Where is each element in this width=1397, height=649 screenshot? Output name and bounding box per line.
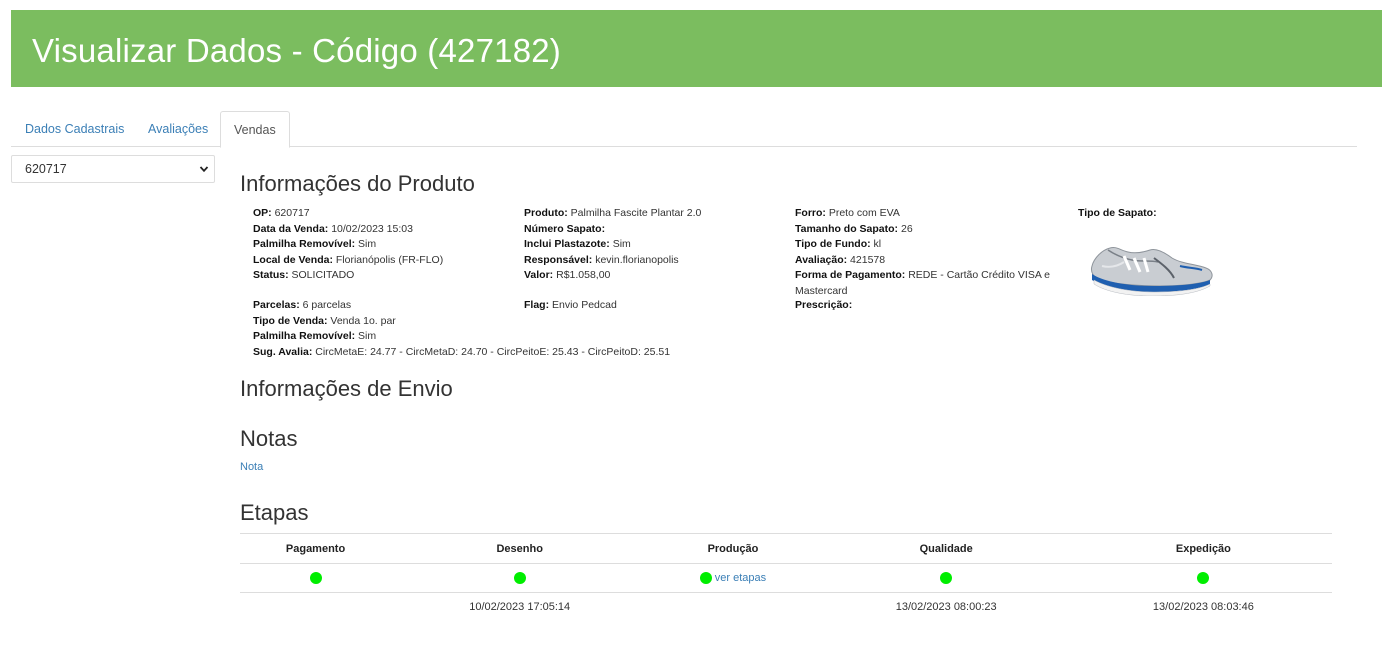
etapas-header-row: Pagamento Desenho Produção Qualidade Exp… [240, 533, 1332, 564]
info-data-venda: Data da Venda: 10/02/2023 15:03 [253, 222, 413, 235]
page-header: Visualizar Dados - Código (427182) [11, 10, 1382, 87]
date-cell-pagamento [240, 593, 391, 622]
info-forma-pagamento: Forma de Pagamento: REDE - Cartão Crédit… [795, 269, 1051, 297]
info-valor: Valor: R$1.058,00 [524, 269, 611, 281]
status-cell [817, 563, 1075, 593]
status-cell [391, 563, 649, 593]
info-palmilha-removivel-2: Palmilha Removível: Sim [253, 330, 377, 342]
product-info-col3-lower: Prescrição: [795, 298, 1055, 314]
status-dot-icon [513, 572, 526, 585]
info-tipo-venda: Tipo de Venda: Venda 1o. par [253, 314, 396, 327]
header-qualidade: Qualidade [817, 533, 1075, 564]
status-cell [1074, 563, 1332, 593]
info-inclui-plastazote: Inclui Plastazote: Sim [524, 238, 631, 250]
header-pagamento: Pagamento [240, 533, 392, 564]
info-prescricao: Prescrição: [795, 299, 853, 311]
status-cell: ver etapas [648, 563, 818, 593]
header-desenho: Desenho [391, 533, 649, 564]
etapas-table: Pagamento Desenho Produção Qualidade Exp… [240, 533, 1332, 622]
tab-dados-cadastrais[interactable]: Dados Cadastrais [12, 111, 137, 147]
info-tipo-sapato: Tipo de Sapato: [1078, 207, 1157, 219]
info-op: OP: 620717 [253, 207, 310, 219]
nota-link[interactable]: Nota [240, 461, 263, 473]
info-flag: Flag: Envio Pedcad [524, 299, 617, 311]
status-cell [240, 563, 392, 593]
product-info-col3: Forro: Preto com EVA Tamanho do Sapato: … [795, 206, 1055, 299]
info-responsavel: Responsável: kevin.florianopolis [524, 253, 679, 266]
notes-title: Notas [240, 426, 298, 451]
etapas-title: Etapas [240, 500, 309, 525]
page-title: Visualizar Dados - Código (427182) [32, 32, 561, 69]
order-select[interactable]: 620717 [11, 155, 215, 183]
status-dot-icon [940, 572, 953, 585]
info-forro: Forro: Preto com EVA [795, 207, 900, 219]
date-cell-producao [648, 593, 817, 622]
product-info-col4: Tipo de Sapato: [1078, 206, 1278, 222]
info-numero-sapato: Número Sapato: [524, 222, 606, 235]
info-tipo-fundo: Tipo de Fundo: kl [795, 238, 882, 250]
info-produto: Produto: Palmilha Fascite Plantar 2.0 [524, 207, 702, 219]
date-cell-expedicao: 13/02/2023 08:03:46 [1152, 601, 1254, 614]
info-status: Status: SOLICITADO [253, 269, 355, 281]
info-sug-avalia: Sug. Avalia: CircMetaE: 24.77 - CircMeta… [253, 345, 671, 358]
header-producao: Produção [648, 533, 818, 564]
shipping-info-title: Informações de Envio [240, 376, 453, 401]
tab-vendas[interactable]: Vendas [220, 111, 290, 148]
tab-bar: Dados Cadastrais Avaliações Vendas [11, 111, 1357, 148]
order-select-value: 620717 [25, 162, 67, 176]
shoe-image [1091, 247, 1213, 296]
etapas-status-row: ver etapas [240, 563, 1332, 593]
info-palmilha-removivel: Palmilha Removível: Sim [253, 238, 377, 250]
header-expedicao: Expedição [1074, 533, 1332, 564]
etapas-date-row: 10/02/2023 17:05:14 13/02/2023 08:00:23 … [240, 593, 1332, 622]
info-local-venda: Local de Venda: Florianópolis (FR-FLO) [253, 253, 444, 266]
tab-avaliacoes[interactable]: Avaliações [135, 111, 221, 147]
info-avaliacao: Avaliação: 421578 [795, 253, 886, 266]
product-info-col1: OP: 620717 Data da Venda: 10/02/2023 15:… [253, 206, 521, 284]
product-info-col2-lower: Flag: Envio Pedcad [524, 298, 784, 314]
product-info-title: Informações do Produto [240, 171, 475, 196]
chevron-down-icon [199, 166, 209, 173]
product-info-col2: Produto: Palmilha Fascite Plantar 2.0 Nú… [524, 206, 792, 284]
ver-etapas-link[interactable]: ver etapas [715, 572, 766, 584]
info-tamanho-sapato: Tamanho do Sapato: 26 [795, 222, 913, 235]
date-cell-qualidade: 13/02/2023 08:00:23 [895, 601, 997, 614]
status-dot-icon [699, 572, 712, 585]
status-dot-icon [1197, 572, 1210, 585]
date-cell-desenho: 10/02/2023 17:05:14 [469, 601, 571, 614]
status-dot-icon [309, 572, 322, 585]
